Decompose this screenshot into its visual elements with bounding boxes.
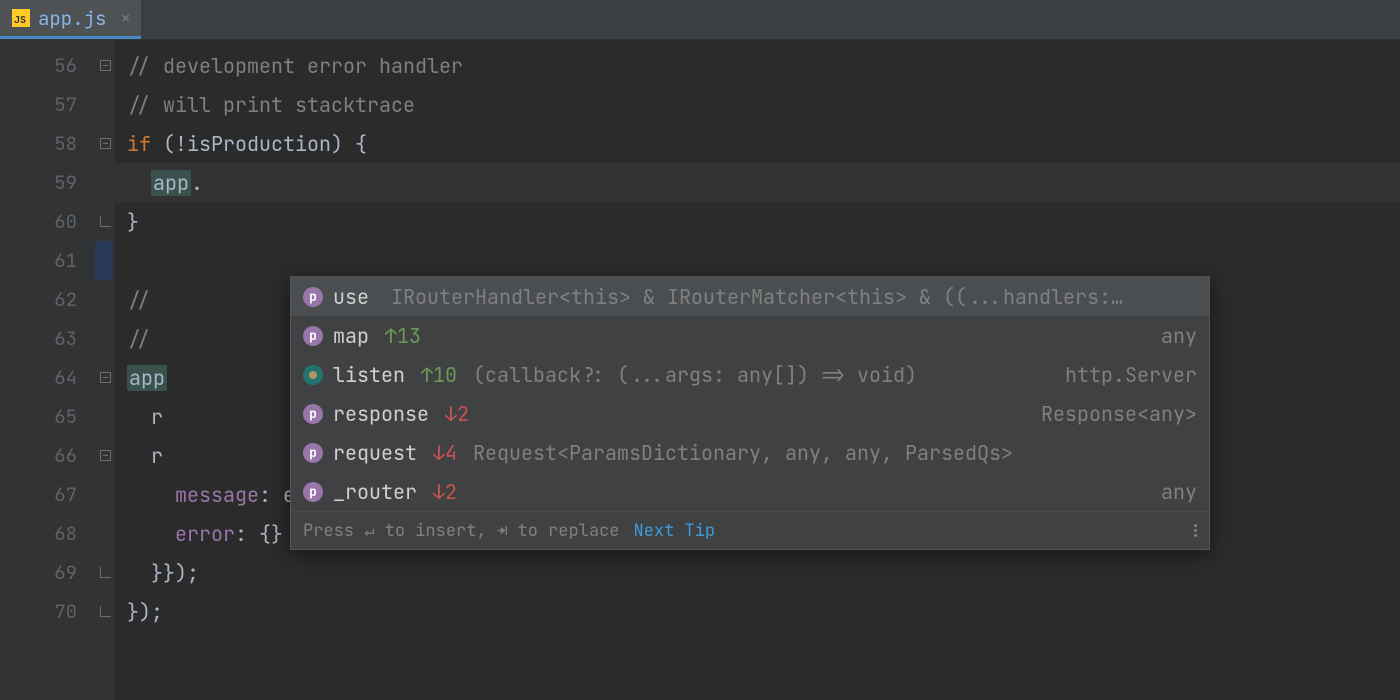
- fold-cell: [95, 241, 115, 280]
- completion-name: use: [333, 284, 369, 310]
- line-number: 67: [0, 475, 95, 514]
- line-number: 62: [0, 280, 95, 319]
- rank-indicator: ↓4: [433, 440, 457, 466]
- line-number: 57: [0, 85, 95, 124]
- fold-cell: [95, 514, 115, 553]
- completion-signature: Request<ParamsDictionary, any, any, Pars…: [473, 440, 1197, 466]
- line-number-gutter: 565758596061626364656667686970: [0, 40, 95, 700]
- fold-cell: [95, 553, 115, 592]
- js-file-icon: [12, 9, 30, 27]
- fold-cell: [95, 163, 115, 202]
- fold-cell: [95, 475, 115, 514]
- line-number: 69: [0, 553, 95, 592]
- code-line[interactable]: }: [115, 202, 1400, 241]
- fold-cell[interactable]: [95, 46, 115, 85]
- line-number: 65: [0, 397, 95, 436]
- code-line[interactable]: app.: [115, 163, 1400, 202]
- line-number: 68: [0, 514, 95, 553]
- line-number: 64: [0, 358, 95, 397]
- close-icon[interactable]: ×: [120, 7, 131, 30]
- line-number: 60: [0, 202, 95, 241]
- fold-cell[interactable]: [95, 358, 115, 397]
- property-icon: p: [303, 443, 323, 463]
- rank-indicator: ↓2: [445, 401, 469, 427]
- fold-cell: [95, 319, 115, 358]
- completion-signature: IRouterHandler<this> & IRouterMatcher<th…: [391, 284, 1197, 310]
- line-number: 56: [0, 46, 95, 85]
- completion-type: http.Server: [1065, 362, 1197, 388]
- completion-type: any: [1161, 323, 1197, 349]
- fold-cell[interactable]: [95, 436, 115, 475]
- fold-cell: [95, 280, 115, 319]
- editor-area: 565758596061626364656667686970 // develo…: [0, 40, 1400, 700]
- property-icon: p: [303, 404, 323, 424]
- fold-cell[interactable]: [95, 124, 115, 163]
- completion-name: request: [333, 440, 417, 466]
- code-line[interactable]: [115, 241, 1400, 280]
- completion-item[interactable]: listen ↑10 (callback?: (...args: any[]) =>…: [291, 355, 1209, 394]
- line-number: 66: [0, 436, 95, 475]
- fold-cell: [95, 592, 115, 631]
- rank-indicator: ↑13: [385, 323, 421, 349]
- line-number: 61: [0, 241, 95, 280]
- completion-type: Response<any>: [1041, 401, 1197, 427]
- completion-item[interactable]: pmap ↑13 any: [291, 316, 1209, 355]
- code-line[interactable]: if (!isProduction) {: [115, 124, 1400, 163]
- more-options-icon[interactable]: [1194, 524, 1197, 537]
- completion-item[interactable]: puse IRouterHandler<this> & IRouterMatche…: [291, 277, 1209, 316]
- code-line[interactable]: });: [115, 592, 1400, 631]
- code-line[interactable]: // development error handler: [115, 46, 1400, 85]
- completion-name: response: [333, 401, 429, 427]
- property-icon: p: [303, 326, 323, 346]
- function-icon: [303, 365, 323, 385]
- line-number: 59: [0, 163, 95, 202]
- property-icon: p: [303, 482, 323, 502]
- fold-gutter: [95, 40, 115, 700]
- footer-hint: Press ↵ to insert, ⇥ to replace: [303, 520, 620, 542]
- file-tab[interactable]: app.js ×: [0, 0, 141, 39]
- code-line[interactable]: // will print stacktrace: [115, 85, 1400, 124]
- property-icon: p: [303, 287, 323, 307]
- line-number: 58: [0, 124, 95, 163]
- rank-indicator: ↑10: [421, 362, 457, 388]
- rank-indicator: ↓2: [433, 479, 457, 505]
- code-line[interactable]: }});: [115, 553, 1400, 592]
- autocomplete-footer: Press ↵ to insert, ⇥ to replace Next Tip: [291, 511, 1209, 549]
- completion-item[interactable]: p request ↓4 Request<ParamsDictionary, any,…: [291, 433, 1209, 472]
- code-content[interactable]: // development error handler// will prin…: [115, 40, 1400, 700]
- next-tip-link[interactable]: Next Tip: [634, 520, 716, 542]
- fold-cell: [95, 202, 115, 241]
- autocomplete-popup: puseIRouterHandler<this> & IRouterMatche…: [290, 276, 1210, 550]
- tab-filename: app.js: [38, 6, 106, 31]
- line-number: 70: [0, 592, 95, 631]
- completion-name: _router: [333, 479, 417, 505]
- completion-name: listen: [333, 362, 405, 388]
- completion-item[interactable]: p response ↓2 Response<any>: [291, 394, 1209, 433]
- completion-item[interactable]: p _router ↓2 any: [291, 472, 1209, 511]
- line-number: 63: [0, 319, 95, 358]
- completion-signature: (callback?: (...args: any[]) => void): [473, 362, 1055, 388]
- fold-cell: [95, 85, 115, 124]
- fold-cell: [95, 397, 115, 436]
- tab-bar: app.js ×: [0, 0, 1400, 40]
- completion-name: map: [333, 323, 369, 349]
- completion-type: any: [1161, 479, 1197, 505]
